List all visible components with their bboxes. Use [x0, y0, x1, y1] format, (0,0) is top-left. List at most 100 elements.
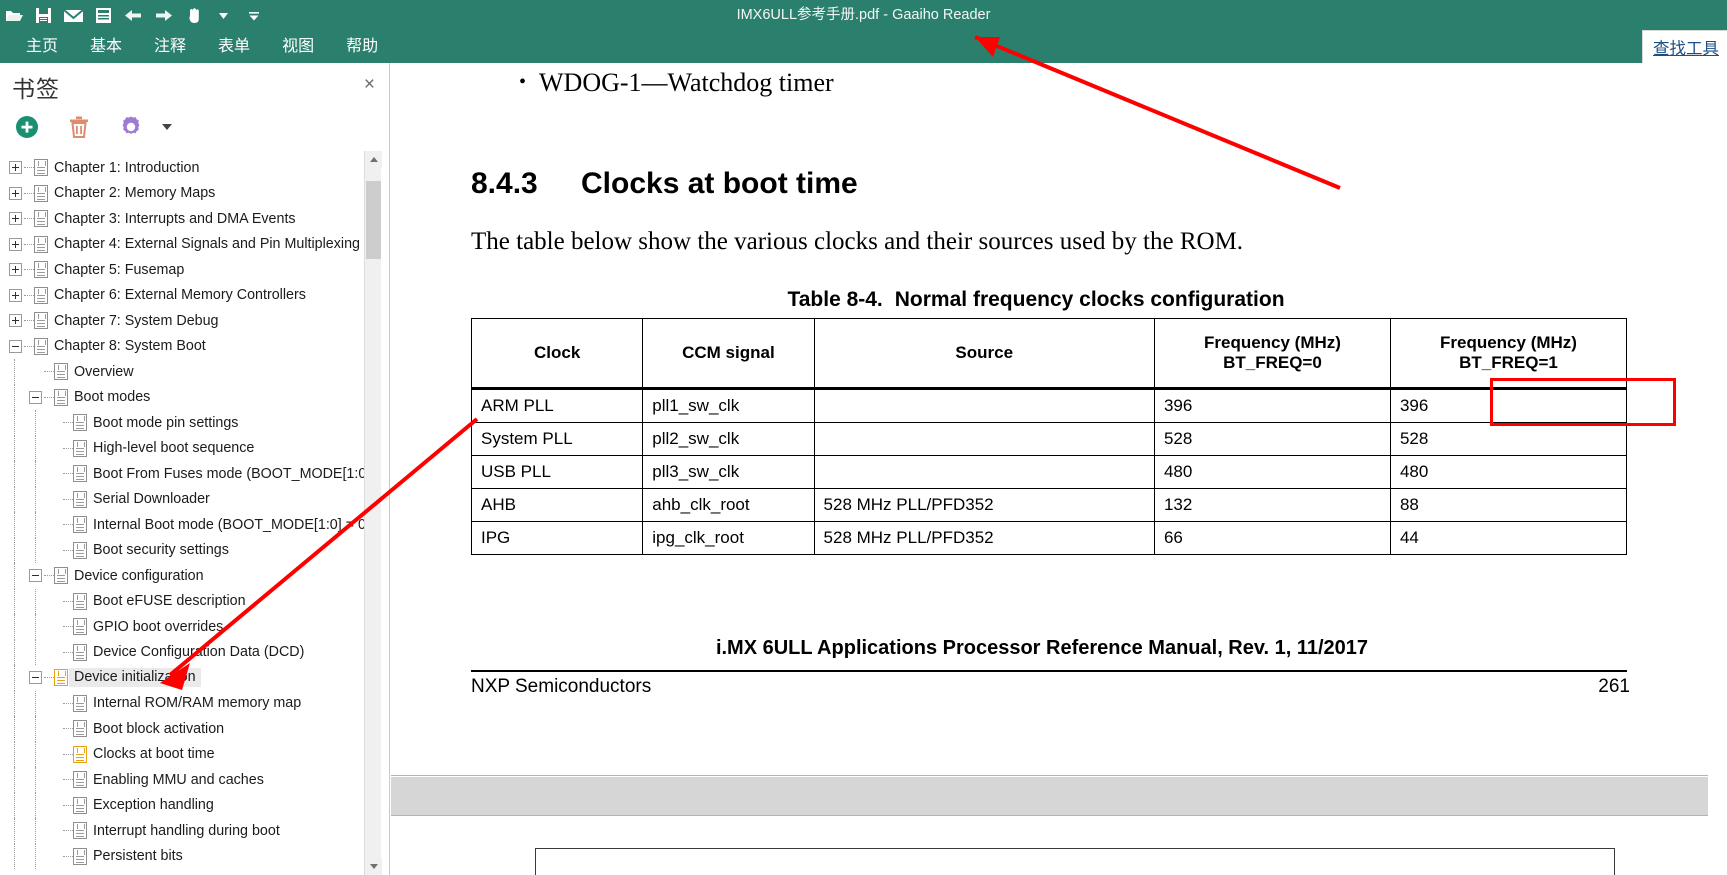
expand-icon[interactable] — [9, 186, 22, 200]
menu-comment[interactable]: 注释 — [138, 31, 202, 63]
bookmark-page-icon — [73, 694, 87, 712]
bookmark-item[interactable]: Exception handling — [0, 792, 370, 819]
tree-connector — [63, 524, 73, 526]
tree-connector — [24, 243, 34, 245]
collapse-icon[interactable] — [29, 390, 42, 404]
expand-icon[interactable] — [9, 314, 22, 328]
bookmark-item[interactable]: Clocks at boot time — [0, 741, 370, 768]
hand-tool-dropdown-icon[interactable] — [212, 4, 235, 27]
bookmark-item[interactable]: Boot security settings — [0, 537, 370, 564]
bookmark-label: Exception handling — [93, 797, 214, 814]
expand-icon[interactable] — [9, 161, 22, 175]
tree-guide — [9, 741, 19, 768]
bookmark-page-icon — [54, 363, 68, 381]
open-icon[interactable] — [2, 4, 25, 27]
collapse-icon[interactable] — [9, 339, 22, 353]
find-tool-button[interactable]: 查找工具 — [1642, 30, 1727, 65]
collapse-icon[interactable] — [29, 569, 42, 583]
bookmark-settings-dropdown-icon[interactable] — [162, 124, 172, 130]
tree-guide — [30, 410, 40, 436]
customize-toolbar-icon[interactable] — [242, 4, 265, 27]
tree-connector — [44, 677, 54, 679]
bookmark-item[interactable]: Internal ROM/RAM memory map — [0, 690, 370, 717]
bookmark-page-icon — [73, 490, 87, 508]
menu-view[interactable]: 视图 — [266, 31, 330, 63]
bookmark-item[interactable]: Device Configuration Data (DCD) — [0, 639, 370, 666]
menu-form[interactable]: 表单 — [202, 31, 266, 63]
bookmark-item[interactable]: Device initialization — [0, 665, 370, 691]
col-ccm-line1: CCM signal — [682, 343, 775, 362]
bookmark-tree[interactable]: Chapter 1: Introduction Chapter 2: Memory… — [0, 151, 370, 875]
expand-icon[interactable] — [9, 288, 22, 302]
bookmark-item[interactable]: Chapter 8: System Boot — [0, 334, 370, 360]
bookmark-item[interactable]: GPIO boot overrides — [0, 614, 370, 640]
scroll-down-icon[interactable] — [365, 858, 382, 875]
bookmark-item[interactable]: Chapter 4: External Signals and Pin Mult… — [0, 232, 370, 258]
bookmark-item[interactable]: Overview — [0, 359, 370, 385]
bookmark-item[interactable]: Serial Downloader — [0, 486, 370, 513]
bookmark-label: Chapter 4: External Signals and Pin Mult… — [54, 236, 360, 253]
bookmark-item[interactable]: Chapter 2: Memory Maps — [0, 181, 370, 207]
bookmark-item[interactable]: Boot From Fuses mode (BOOT_MODE[1:0] — [0, 461, 370, 487]
collapse-icon[interactable] — [29, 671, 42, 685]
hand-tool-icon[interactable] — [182, 4, 205, 27]
tree-connector — [24, 218, 34, 220]
table-cell: 528 — [1389, 422, 1628, 456]
bookmark-label: Overview — [74, 363, 134, 380]
email-icon[interactable] — [62, 4, 85, 27]
expand-icon[interactable] — [9, 237, 22, 251]
bookmark-item[interactable]: Enabling MMU and caches — [0, 767, 370, 793]
section-number: 8.4.3 — [471, 167, 538, 200]
scrollbar-thumb[interactable] — [366, 181, 381, 259]
bookmark-label: Device configuration — [74, 567, 204, 584]
delete-bookmark-icon[interactable] — [64, 112, 94, 142]
bookmark-item[interactable]: Chapter 3: Interrupts and DMA Events — [0, 206, 370, 232]
bookmark-item[interactable]: Persistent bits — [0, 843, 370, 870]
bookmark-page-icon — [73, 822, 87, 840]
bookmark-page-icon — [54, 669, 68, 687]
menu-help[interactable]: 帮助 — [330, 31, 394, 63]
save-icon[interactable] — [32, 4, 55, 27]
table-caption-text: Normal frequency clocks configuration — [894, 288, 1285, 311]
table-cell: pll1_sw_clk — [642, 388, 815, 423]
bookmark-item[interactable]: Device configuration — [0, 563, 370, 589]
bookmark-item[interactable]: Boot mode pin settings — [0, 410, 370, 436]
menu-home[interactable]: 主页 — [0, 31, 74, 63]
tree-connector — [63, 728, 73, 730]
tree-guide — [30, 614, 40, 640]
tree-guide — [9, 614, 19, 640]
close-icon[interactable]: × — [364, 75, 375, 94]
bookmark-item[interactable]: Chapter 1: Introduction — [0, 155, 370, 181]
pdf-viewport[interactable]: • WDOG-1—Watchdog timer 8.4.3 Clocks at bo… — [391, 63, 1727, 875]
bookmark-label: Boot modes — [74, 389, 151, 406]
print-icon[interactable] — [92, 4, 115, 27]
bookmark-item[interactable]: Boot block activation — [0, 716, 370, 742]
bookmark-item[interactable]: Chapter 5: Fusemap — [0, 257, 370, 283]
bookmark-item[interactable]: High-level boot sequence — [0, 435, 370, 462]
bookmark-item[interactable]: Boot modes — [0, 384, 370, 411]
scroll-up-icon[interactable] — [365, 151, 382, 168]
add-bookmark-icon[interactable] — [12, 112, 42, 142]
clocks-table: Clock CCM signal Source Frequency (MHz) … — [470, 318, 1628, 555]
bookmark-item[interactable]: Chapter 6: External Memory Controllers — [0, 283, 370, 309]
bookmark-item[interactable]: Boot eFUSE description — [0, 588, 370, 615]
bookmark-label: Boot mode pin settings — [93, 414, 239, 431]
table-cell: 528 MHz PLL/PFD352 — [813, 488, 1155, 522]
menu-basic[interactable]: 基本 — [74, 31, 138, 63]
expand-icon[interactable] — [9, 263, 22, 277]
tree-connector — [24, 345, 34, 347]
bookmark-label: Device initialization — [69, 668, 201, 688]
menu-bar: 主页 基本 注释 表单 视图 帮助 — [0, 31, 1727, 63]
tree-connector — [63, 702, 73, 704]
table-cell: System PLL — [470, 422, 644, 456]
table-cell: pll3_sw_clk — [642, 455, 815, 489]
redo-icon[interactable] — [152, 4, 175, 27]
bookmark-scrollbar[interactable] — [364, 151, 382, 875]
bookmark-item[interactable]: Chapter 7: System Debug — [0, 308, 370, 334]
table-cell: IPG — [470, 521, 644, 555]
bookmark-item[interactable]: Interrupt handling during boot — [0, 818, 370, 844]
bookmark-settings-icon[interactable] — [116, 112, 146, 142]
bookmark-item[interactable]: Internal Boot mode (BOOT_MODE[1:0] = 0 — [0, 512, 370, 538]
expand-icon[interactable] — [9, 212, 22, 226]
undo-icon[interactable] — [122, 4, 145, 27]
